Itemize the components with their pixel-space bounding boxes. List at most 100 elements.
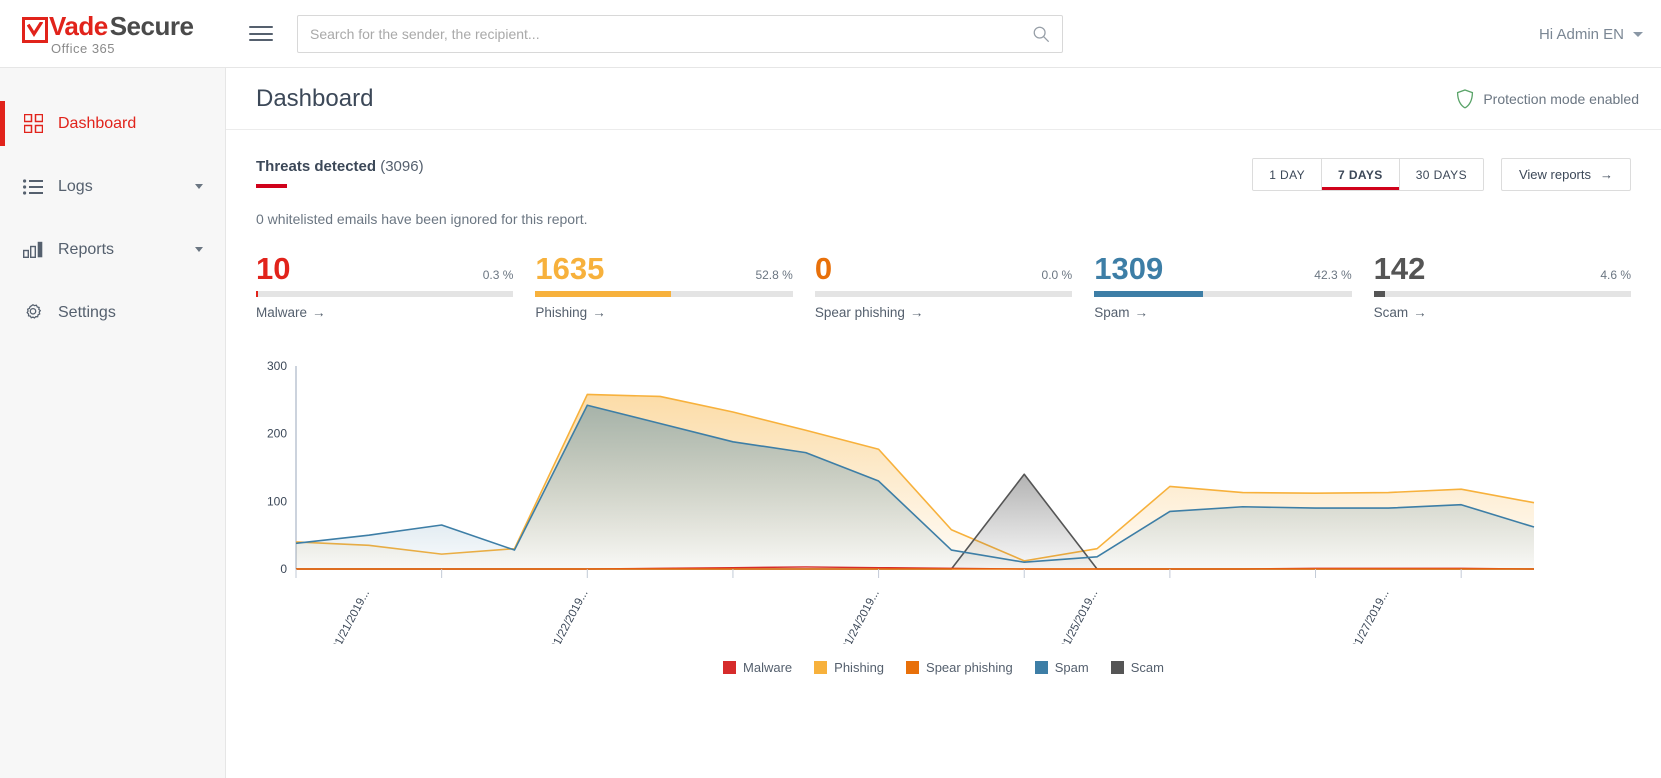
report-section-header: Threats detected (3096) 1 DAY 7 DAYS 30 … bbox=[256, 158, 1631, 191]
legend-label: Spear phishing bbox=[926, 659, 1013, 675]
range-button-7-days[interactable]: 7 DAYS bbox=[1322, 159, 1400, 190]
legend-label: Phishing bbox=[834, 659, 885, 675]
legend-item[interactable]: Scam bbox=[1110, 659, 1164, 675]
legend-label: Scam bbox=[1130, 659, 1164, 675]
legend-item[interactable]: Spear phishing bbox=[906, 660, 1013, 675]
metric-progress-bar bbox=[1373, 290, 1632, 297]
metric-percent: 0.3 % bbox=[482, 268, 514, 282]
metric-label[interactable]: Scam → bbox=[1374, 305, 1631, 320]
metric-progress-fill bbox=[1373, 290, 1386, 297]
metric-label-text: Spam bbox=[1094, 304, 1130, 320]
logo-secure-text: Secure bbox=[109, 10, 194, 41]
legend-color-swatch bbox=[723, 660, 737, 674]
metric-card-spear-phishing[interactable]: 0 0.0 % Spear phishing → bbox=[814, 251, 1073, 320]
sidebar-item-logs[interactable]: Logs bbox=[0, 155, 225, 218]
svg-text:01/21/2019...: 01/21/2019... bbox=[330, 587, 372, 643]
logo-subtitle: Office 365 bbox=[51, 40, 116, 56]
threats-detected-title: Threats detected (3096) bbox=[256, 158, 424, 175]
metric-percent: 0.0 % bbox=[1041, 268, 1073, 282]
user-name-label: Hi Admin EN bbox=[1538, 25, 1624, 43]
legend-color-swatch bbox=[1034, 660, 1048, 674]
threats-chart[interactable]: 0 100 200 300 01/21/2019... 01/22/2019... 01/2… bbox=[256, 354, 1631, 654]
metric-card-malware[interactable]: 10 0.3 % Malware → bbox=[256, 252, 514, 320]
metric-value: 1635 bbox=[535, 251, 605, 286]
app-root: Vade Secure Office 365 Hi Admin EN bbox=[0, 0, 1661, 778]
metric-card-scam[interactable]: 142 4.6 % Scam → bbox=[1373, 252, 1632, 320]
sidebar-item-label: Reports bbox=[58, 240, 115, 258]
search-input[interactable] bbox=[310, 25, 1032, 42]
svg-text:200: 200 bbox=[267, 426, 287, 440]
metric-card-spam[interactable]: 1309 42.3 % Spam → bbox=[1094, 251, 1352, 320]
metric-label-text: Phishing bbox=[535, 304, 588, 320]
gear-icon bbox=[22, 303, 44, 323]
metric-percent: 4.6 % bbox=[1600, 268, 1632, 282]
arrow-right-icon: → bbox=[592, 304, 606, 320]
legend-item[interactable]: Spam bbox=[1034, 659, 1089, 675]
page-title: Dashboard bbox=[256, 84, 374, 112]
threats-detected-label: Threats detected bbox=[256, 158, 377, 175]
metric-label-text: Malware bbox=[256, 304, 308, 320]
top-bar: Vade Secure Office 365 Hi Admin EN bbox=[0, 0, 1661, 68]
view-reports-label: View reports bbox=[1518, 167, 1591, 182]
search-icon[interactable] bbox=[1032, 25, 1050, 43]
metric-label[interactable]: Spear phishing → bbox=[815, 305, 1072, 320]
shield-icon bbox=[1457, 88, 1474, 109]
legend-color-swatch bbox=[1110, 660, 1124, 674]
legend-item[interactable]: Phishing bbox=[814, 660, 884, 675]
protection-mode-status: Protection mode enabled bbox=[1456, 88, 1639, 109]
brand-logo[interactable]: Vade Secure Office 365 bbox=[0, 13, 239, 55]
metric-value: 0 bbox=[814, 251, 833, 286]
svg-text:100: 100 bbox=[267, 494, 287, 508]
arrow-right-icon: → bbox=[909, 304, 924, 320]
sidebar-item-dashboard[interactable]: Dashboard bbox=[0, 92, 225, 155]
legend-item[interactable]: Malware bbox=[723, 660, 792, 675]
metric-label-text: Spear phishing bbox=[814, 304, 905, 320]
chevron-down-icon[interactable] bbox=[195, 184, 203, 189]
metric-label[interactable]: Spam → bbox=[1094, 305, 1351, 320]
sidebar-item-settings[interactable]: Settings bbox=[0, 281, 225, 344]
user-menu[interactable]: Hi Admin EN bbox=[1539, 0, 1643, 68]
svg-text:01/27/2019...: 01/27/2019... bbox=[1350, 587, 1392, 643]
range-button-30-days[interactable]: 30 DAYS bbox=[1399, 159, 1483, 190]
svg-text:01/24/2019...: 01/24/2019... bbox=[840, 587, 882, 643]
chevron-down-icon[interactable] bbox=[1633, 31, 1643, 37]
svg-text:01/25/2019...: 01/25/2019... bbox=[1058, 587, 1100, 643]
threats-area-chart-svg[interactable]: 0 100 200 300 01/21/2019... 01/22/2019... 01/2… bbox=[256, 354, 1556, 644]
view-reports-button[interactable]: View reports → bbox=[1500, 158, 1631, 191]
arrow-right-icon: → bbox=[1413, 304, 1427, 320]
legend-label: Spam bbox=[1054, 659, 1089, 675]
metric-value: 1309 bbox=[1094, 251, 1164, 286]
chevron-down-icon[interactable] bbox=[195, 247, 203, 252]
metrics-row: 10 0.3 % Malware → 1635 52.8 % Phishing … bbox=[256, 251, 1632, 320]
sidebar-item-reports[interactable]: Reports bbox=[0, 218, 225, 281]
range-button-1-day[interactable]: 1 DAY bbox=[1253, 159, 1323, 190]
search-box[interactable] bbox=[297, 14, 1063, 53]
legend-label: Malware bbox=[743, 659, 793, 675]
checkmark-logo-icon bbox=[22, 16, 48, 43]
metric-progress-fill bbox=[1094, 290, 1204, 297]
metric-card-phishing[interactable]: 1635 52.8 % Phishing → bbox=[535, 251, 793, 320]
metric-label[interactable]: Phishing → bbox=[535, 305, 792, 320]
metric-label[interactable]: Malware → bbox=[256, 305, 513, 320]
metric-progress-bar bbox=[1094, 290, 1352, 297]
svg-text:01/22/2019...: 01/22/2019... bbox=[549, 587, 591, 643]
hamburger-menu-icon[interactable] bbox=[249, 26, 273, 41]
grid-icon bbox=[22, 114, 44, 133]
time-range-selector: 1 DAY 7 DAYS 30 DAYS bbox=[1252, 158, 1484, 191]
sidebar-item-label: Settings bbox=[58, 303, 116, 321]
protection-mode-label: Protection mode enabled bbox=[1483, 90, 1639, 107]
arrow-right-icon: → bbox=[1134, 304, 1149, 320]
main-content: Dashboard Protection mode enabled Threat… bbox=[226, 68, 1661, 778]
arrow-right-icon: → bbox=[312, 304, 326, 320]
threats-detected-count: (3096) bbox=[380, 158, 424, 175]
arrow-right-icon: → bbox=[1600, 167, 1613, 182]
sidebar-item-label: Dashboard bbox=[58, 114, 137, 132]
whitelist-note: 0 whitelisted emails have been ignored f… bbox=[256, 211, 588, 227]
report-controls: 1 DAY 7 DAYS 30 DAYS View reports → bbox=[1252, 158, 1631, 191]
bar-chart-icon bbox=[22, 241, 44, 258]
list-icon bbox=[22, 178, 44, 195]
body-container: Dashboard Logs Reports Settings Dashboar… bbox=[0, 68, 1661, 778]
svg-text:0: 0 bbox=[280, 562, 287, 576]
sidebar-item-label: Logs bbox=[58, 177, 93, 195]
title-accent-rule bbox=[256, 184, 287, 188]
